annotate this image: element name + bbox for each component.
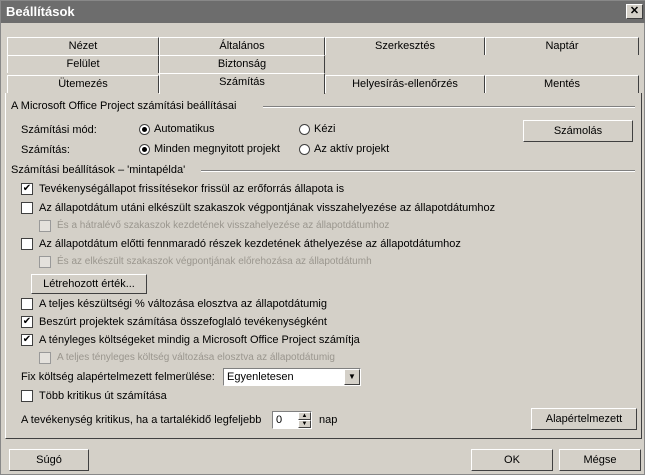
tab-security[interactable]: Biztonság [159,55,325,73]
critical-label: A tevékenység kritikus, ha a tartalékidő… [21,414,262,426]
opt4-checkbox[interactable] [21,298,33,310]
radio-manual-label: Kézi [314,123,336,135]
tab-schedule[interactable]: Ütemezés [7,75,159,93]
radio-all-projects[interactable] [139,144,150,155]
default-button[interactable]: Alapértelmezett [531,408,637,430]
opt6a-label: A teljes tényleges költség változása elo… [57,352,335,363]
spin-down-icon[interactable]: ▼ [298,420,311,428]
opt6-label: A tényleges költségeket mindig a Microso… [39,334,360,346]
section-divider-2 [201,170,635,172]
tab-calculation[interactable]: Számítás [159,73,325,94]
radio-all-projects-label: Minden megnyitott projekt [154,143,280,155]
title-bar: Beállítások ✕ [1,1,645,23]
section-calc-title: A Microsoft Office Project számítási beá… [11,100,237,112]
calculate-button[interactable]: Számolás [523,120,633,142]
tab-interface[interactable]: Felület [7,55,159,73]
calc-scope-label: Számítás: [21,144,70,156]
critical-unit: nap [319,414,338,426]
opt7-checkbox[interactable] [21,390,33,402]
close-icon[interactable]: ✕ [626,4,643,19]
opt6a-checkbox[interactable] [39,352,51,364]
help-button[interactable]: Súgó [9,449,89,471]
critical-value: 0 [276,414,283,426]
options-dialog: Beállítások ✕ Nézet Általános Szerkeszté… [0,0,645,475]
tab-calendar[interactable]: Naptár [485,37,639,55]
tab-edit[interactable]: Szerkesztés [325,37,485,55]
radio-active-project-label: Az aktív projekt [314,143,390,155]
window-title: Beállítások [6,4,75,19]
critical-spinner[interactable]: 0 ▲ ▼ [272,411,312,429]
opt5-checkbox[interactable]: ✔ [21,316,33,328]
opt3-label: Az állapotdátum előtti fennmaradó részek… [39,238,461,250]
spin-up-icon[interactable]: ▲ [298,412,311,420]
opt2-label: Az állapotdátum utáni elkészült szakaszo… [39,202,496,214]
cancel-button[interactable]: Mégse [559,449,641,471]
tab-view[interactable]: Nézet [7,37,159,55]
opt5-label: Beszúrt projektek számítása összefoglaló… [39,316,327,328]
radio-auto[interactable] [139,124,150,135]
opt3a-checkbox[interactable] [39,256,51,268]
calc-mode-label: Számítási mód: [21,124,97,136]
tab-spelling[interactable]: Helyesírás-ellenőrzés [325,75,485,93]
tab-save[interactable]: Mentés [485,75,639,93]
opt1-checkbox[interactable]: ✔ [21,183,33,195]
opt3-checkbox[interactable] [21,238,33,250]
chevron-down-icon[interactable]: ▼ [344,369,360,385]
opt2a-label: És a hátralévő szakaszok kezdetének viss… [57,220,390,231]
opt4-label: A teljes készültségi % változása elosztv… [39,298,327,310]
section-options-title: Számítási beállítások – 'mintapélda' [11,164,186,176]
tab-general[interactable]: Általános [159,37,325,55]
radio-manual[interactable] [299,124,310,135]
opt3a-label: És az elkészült szakaszok végpontjának e… [57,256,372,267]
ok-button[interactable]: OK [471,449,553,471]
fixed-cost-label: Fix költség alapértelmezett felmerülése: [21,371,215,383]
radio-auto-label: Automatikus [154,123,215,135]
opt7-label: Több kritikus út számítása [39,390,167,402]
fixed-cost-select[interactable]: Egyenletesen ▼ [223,368,361,386]
earned-value-button[interactable]: Létrehozott érték... [31,274,147,294]
radio-active-project[interactable] [299,144,310,155]
opt2-checkbox[interactable] [21,202,33,214]
opt6-checkbox[interactable]: ✔ [21,334,33,346]
opt2a-checkbox[interactable] [39,220,51,232]
fixed-cost-value: Egyenletesen [227,371,294,383]
section-divider [263,106,635,108]
opt1-label: Tevékenységállapot frissítésekor frissül… [39,183,345,195]
